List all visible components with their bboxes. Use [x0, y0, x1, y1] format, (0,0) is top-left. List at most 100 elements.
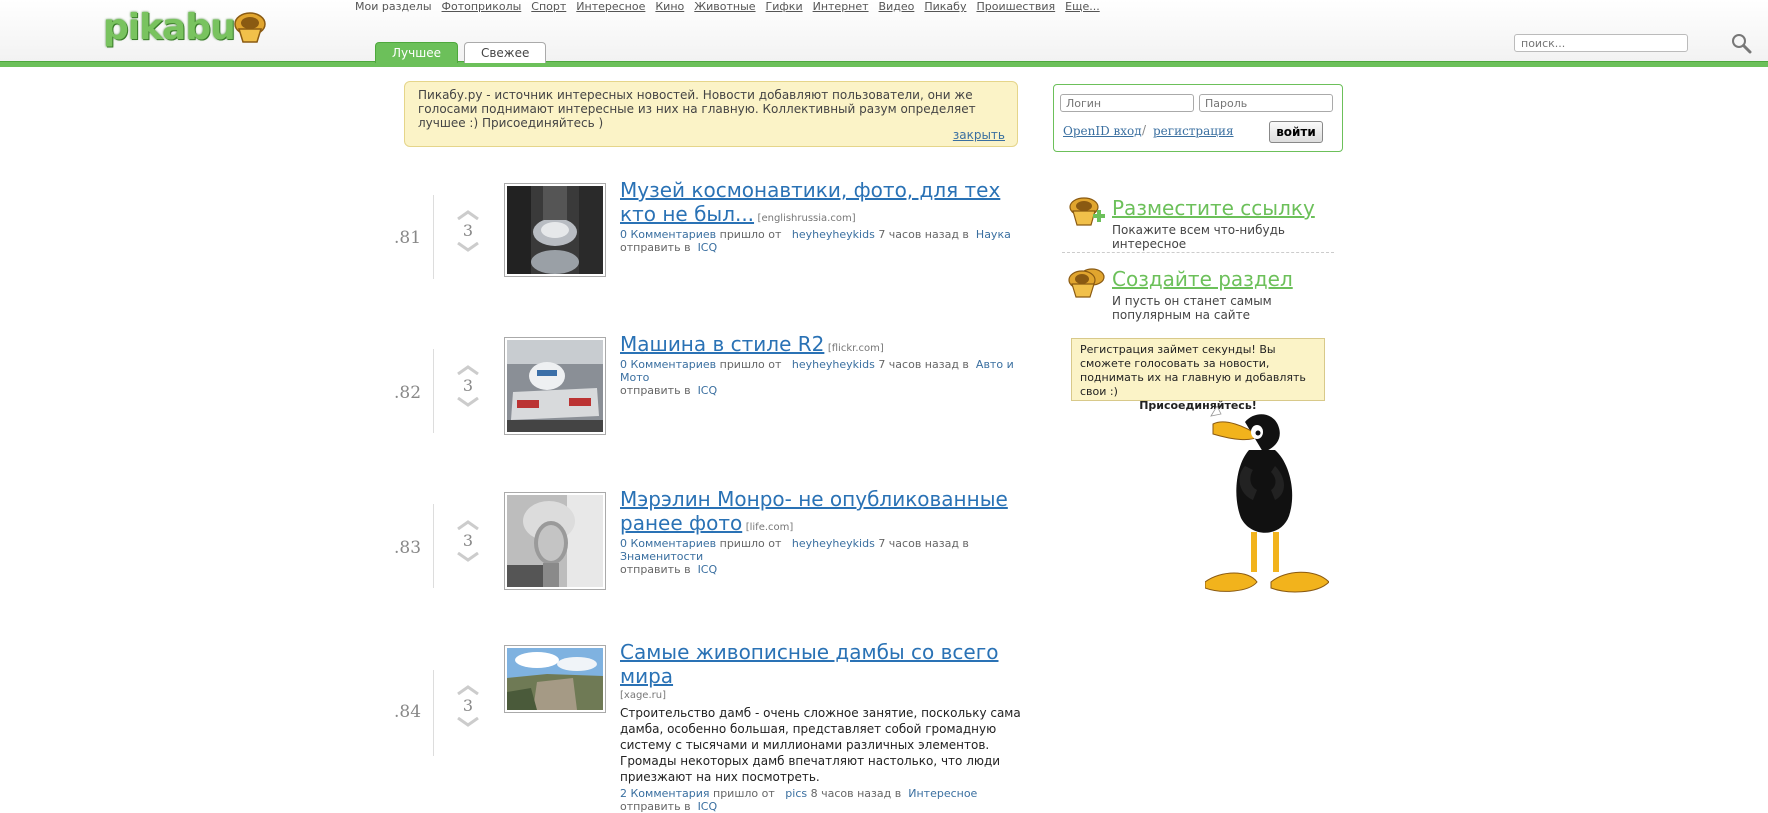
vote-up-icon[interactable]: [457, 365, 479, 375]
vote-score: 3: [462, 696, 474, 715]
nav-item[interactable]: Животные: [694, 0, 755, 13]
vote-down-icon[interactable]: [457, 242, 479, 252]
story-thumbnail[interactable]: [504, 337, 606, 435]
story-thumbnail[interactable]: [504, 492, 606, 590]
nav-item[interactable]: Кино: [655, 0, 684, 13]
tab-fresh[interactable]: Свежее: [463, 42, 547, 63]
divider: [433, 504, 434, 588]
create-section-title[interactable]: Создайте раздел: [1112, 267, 1293, 291]
icq-link[interactable]: ICQ: [698, 241, 718, 254]
icq-link[interactable]: ICQ: [698, 384, 718, 397]
login-box: OpenID вход / регистрация войти: [1053, 84, 1343, 152]
divider: [433, 195, 434, 279]
story-description: Строительство дамб - очень сложное занят…: [620, 706, 1021, 784]
send-to-label: отправить в: [620, 241, 691, 254]
nav-item[interactable]: Пикабу: [924, 0, 966, 13]
info-notice: Пикабу.ру - источник интересных новостей…: [404, 81, 1018, 147]
notice-text: Пикабу.ру - источник интересных новостей…: [418, 88, 976, 130]
nav-item[interactable]: Видео: [879, 0, 915, 13]
story-title-link[interactable]: Самые живописные дамбы со всего мира: [620, 640, 998, 688]
register-bubble: Регистрация займет секунды! Вы сможете г…: [1071, 338, 1325, 412]
vote-down-icon[interactable]: [457, 552, 479, 562]
time-label: 8 часов назад в: [810, 787, 902, 800]
divider: [433, 349, 434, 433]
comments-link[interactable]: 0 Комментариев: [620, 537, 716, 550]
time-label: 7 часов назад в: [878, 537, 969, 550]
send-to-label: отправить в: [620, 800, 691, 813]
story-thumbnail[interactable]: [504, 645, 606, 713]
user-link[interactable]: pics: [785, 787, 807, 800]
send-to-label: отправить в: [620, 563, 691, 576]
login-button[interactable]: войти: [1269, 121, 1323, 143]
story-body: Музей космонавтики, фото, для тех кто не…: [620, 178, 1040, 254]
vote-up-icon[interactable]: [457, 685, 479, 695]
header-bar: [0, 61, 1768, 67]
nav-item[interactable]: Интернет: [813, 0, 869, 13]
post-link-desc: Покажите всем что-нибудь интересное: [1112, 223, 1285, 251]
vote-widget: 3: [456, 520, 480, 562]
tab-best[interactable]: Лучшее: [375, 42, 458, 63]
nav-item[interactable]: Спорт: [531, 0, 566, 13]
story-domain: [englishrussia.com]: [757, 213, 856, 224]
bubble-text: Регистрация займет секунды! Вы сможете г…: [1080, 343, 1306, 398]
notice-close-link[interactable]: закрыть: [953, 128, 1005, 142]
time-label: 7 часов назад в: [878, 358, 969, 371]
vote-down-icon[interactable]: [457, 717, 479, 727]
story-title-link[interactable]: Машина в стиле R2: [620, 332, 824, 356]
vote-score: 3: [462, 376, 474, 395]
came-from-label: пришло от: [719, 228, 782, 241]
muffins-icon: [1068, 268, 1105, 298]
logo[interactable]: pikabu: [103, 8, 267, 48]
logo-text: pikabu: [103, 7, 236, 48]
user-link[interactable]: heyheyheykids: [792, 537, 875, 550]
category-link[interactable]: Интересное: [908, 787, 977, 800]
vote-up-icon[interactable]: [457, 520, 479, 530]
category-link[interactable]: Знаменитости: [620, 550, 703, 563]
marilyn-monroe-image: [507, 495, 603, 587]
icq-link[interactable]: ICQ: [698, 800, 718, 813]
story-meta: 0 Комментариев пришло от heyheyheykids 7…: [620, 358, 1040, 397]
icq-link[interactable]: ICQ: [698, 563, 718, 576]
daffy-duck-image: [1205, 406, 1329, 593]
vote-widget: 3: [456, 365, 480, 407]
category-link[interactable]: Наука: [976, 228, 1011, 241]
story-meta: 0 Комментариев пришло от heyheyheykids 7…: [620, 228, 1040, 254]
story-rank: .84: [394, 702, 422, 722]
story-domain: [life.com]: [745, 522, 794, 533]
post-link-title[interactable]: Разместите ссылку: [1112, 196, 1315, 220]
story-thumbnail[interactable]: [504, 183, 606, 277]
login-input[interactable]: [1060, 94, 1194, 112]
tabs: Лучшее Свежее: [375, 42, 547, 63]
user-link[interactable]: heyheyheykids: [792, 228, 875, 241]
story-meta: 0 Комментариев пришло от heyheyheykids 7…: [620, 537, 1040, 576]
register-link[interactable]: регистрация: [1153, 124, 1234, 138]
nav-item[interactable]: Гифки: [766, 0, 803, 13]
divider: [433, 670, 434, 756]
story-title-link[interactable]: Мэрэлин Монро- не опубликованные ранее ф…: [620, 487, 1008, 535]
password-input[interactable]: [1199, 94, 1333, 112]
nav-item[interactable]: Фотоприколы: [442, 0, 522, 13]
search-icon[interactable]: [1730, 32, 1752, 54]
story-body: Самые живописные дамбы со всего мира [xa…: [620, 640, 1040, 813]
vote-down-icon[interactable]: [457, 397, 479, 407]
search-input[interactable]: [1514, 34, 1688, 52]
comments-link[interactable]: 0 Комментариев: [620, 228, 716, 241]
vote-up-icon[interactable]: [457, 210, 479, 220]
comments-link[interactable]: 2 Комментария: [620, 787, 710, 800]
vote-score: 3: [462, 531, 474, 550]
nav-item-more[interactable]: Еще...: [1065, 0, 1100, 13]
nav-item[interactable]: Проишествия: [976, 0, 1055, 13]
comments-link[interactable]: 0 Комментариев: [620, 358, 716, 371]
vote-widget: 3: [456, 685, 480, 727]
my-sections-label: Мои разделы: [355, 0, 432, 13]
openid-link[interactable]: OpenID вход: [1063, 124, 1142, 138]
muffin-add-icon: [1069, 197, 1105, 226]
story-domain: [flickr.com]: [827, 343, 884, 354]
user-link[interactable]: heyheyheykids: [792, 358, 875, 371]
time-label: 7 часов назад в: [878, 228, 969, 241]
login-separator: /: [1142, 123, 1147, 137]
send-to-label: отправить в: [620, 384, 691, 397]
story-rank: .82: [394, 383, 422, 403]
nav-item[interactable]: Интересное: [576, 0, 645, 13]
came-from-label: пришло от: [719, 537, 782, 550]
